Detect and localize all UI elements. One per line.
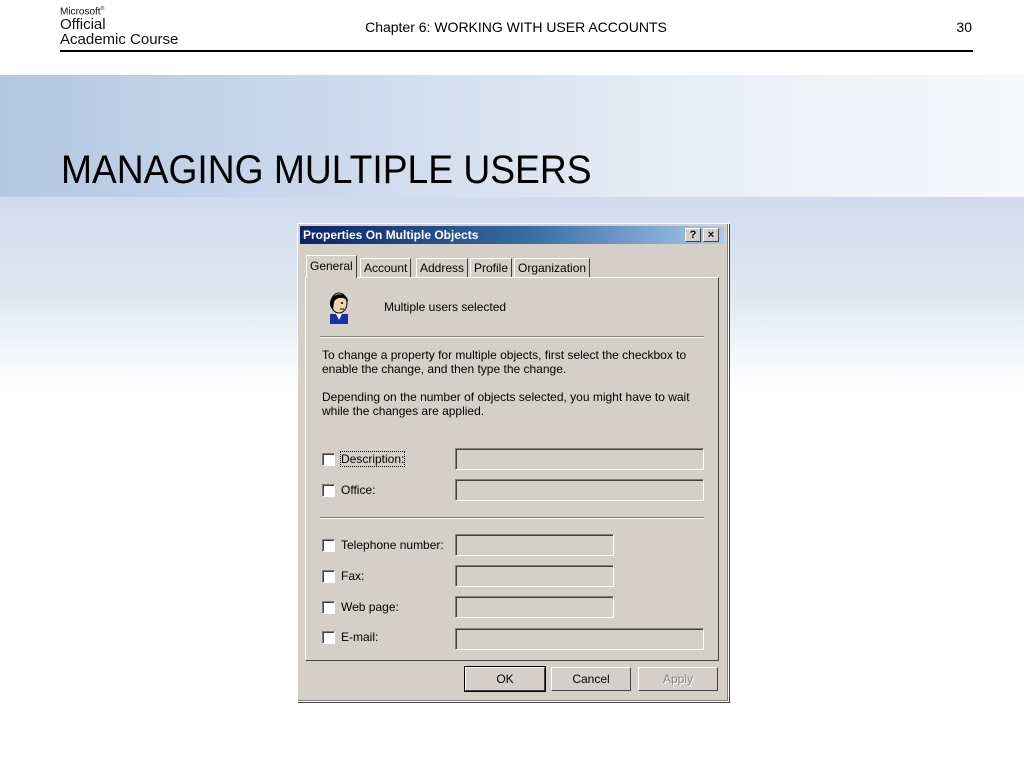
dialog-titlebar[interactable]: Properties On Multiple Objects ? × [300, 226, 724, 244]
properties-dialog: Properties On Multiple Objects ? × Gener… [297, 223, 729, 702]
apply-button[interactable]: Apply [638, 667, 718, 691]
web-page-field[interactable] [455, 596, 614, 618]
user-icon [329, 292, 348, 324]
tab-profile[interactable]: Profile [470, 258, 513, 277]
telephone-field[interactable] [455, 534, 614, 556]
tab-account[interactable]: Account [360, 258, 412, 277]
help-button[interactable]: ? [685, 228, 701, 242]
wait-notice-text: Depending on the number of objects selec… [322, 390, 690, 418]
separator [320, 517, 704, 519]
tab-general[interactable]: General [306, 255, 357, 278]
telephone-checkbox[interactable] [322, 539, 335, 552]
email-checkbox[interactable] [322, 631, 335, 644]
tab-organization[interactable]: Organization [514, 258, 591, 277]
slide-title: MANAGING MULTIPLE USERS [61, 148, 592, 192]
instruction-text: To change a property for multiple object… [322, 348, 687, 376]
separator [320, 336, 704, 338]
fax-checkbox[interactable] [322, 570, 335, 583]
office-field[interactable] [455, 479, 704, 501]
office-checkbox[interactable] [322, 484, 335, 497]
description-label: Description: [339, 451, 406, 467]
chapter-header: Chapter 6: WORKING WITH USER ACCOUNTS [365, 19, 667, 35]
fax-label: Fax: [341, 569, 365, 583]
dialog-title: Properties On Multiple Objects [303, 228, 479, 242]
cancel-button[interactable]: Cancel [551, 667, 631, 691]
description-checkbox[interactable] [322, 453, 335, 466]
web-page-checkbox[interactable] [322, 601, 335, 614]
email-field[interactable] [455, 628, 704, 650]
email-label: E-mail: [341, 630, 379, 644]
selection-label: Multiple users selected [384, 300, 507, 314]
close-button[interactable]: × [703, 228, 719, 242]
description-field[interactable] [455, 448, 704, 470]
page-number: 30 [956, 19, 972, 35]
ok-button[interactable]: OK [464, 666, 546, 692]
telephone-label: Telephone number: [341, 538, 444, 552]
office-label: Office: [341, 483, 376, 497]
web-page-label: Web page: [341, 600, 399, 614]
fax-field[interactable] [455, 565, 614, 587]
header-rule [60, 50, 973, 52]
tab-address[interactable]: Address [416, 258, 469, 277]
